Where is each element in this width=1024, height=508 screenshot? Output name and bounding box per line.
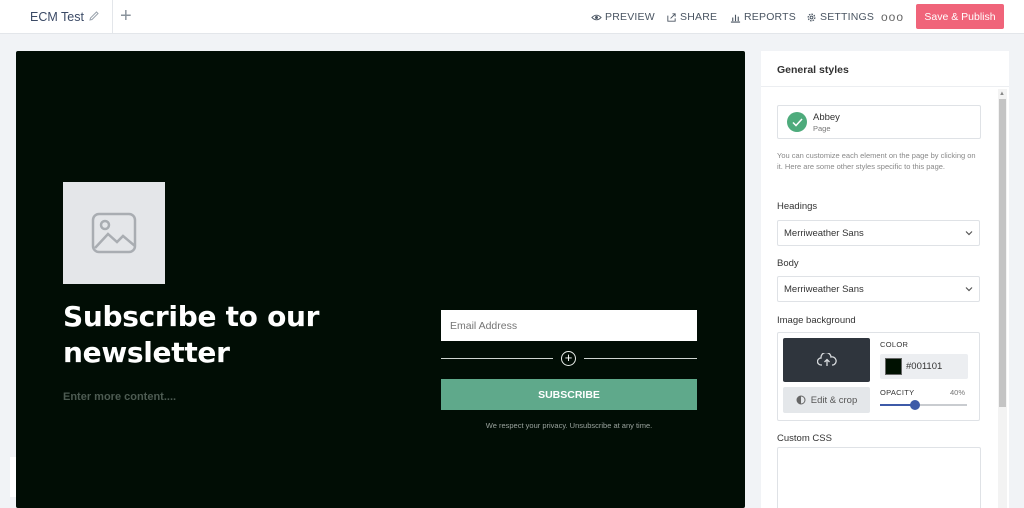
panel-title: General styles bbox=[761, 51, 1009, 87]
color-field[interactable]: #001101 bbox=[880, 354, 968, 379]
contrast-icon bbox=[796, 395, 806, 405]
divider-left bbox=[441, 358, 553, 359]
image-placeholder[interactable] bbox=[63, 182, 165, 284]
add-field-icon[interactable]: + bbox=[561, 351, 576, 366]
opacity-value: 40% bbox=[950, 388, 966, 397]
opacity-slider-thumb[interactable] bbox=[910, 400, 920, 410]
edit-crop-label: Edit & crop bbox=[810, 394, 858, 406]
body-label: Body bbox=[777, 258, 799, 269]
eye-icon bbox=[591, 14, 602, 20]
save-publish-button[interactable]: Save & Publish bbox=[916, 4, 1004, 29]
theme-type: Page bbox=[813, 124, 831, 133]
settings-button[interactable]: SETTINGS bbox=[806, 11, 874, 23]
cloud-upload-icon bbox=[816, 353, 837, 366]
settings-label: SETTINGS bbox=[820, 11, 875, 23]
top-bar: ECM Test + PREVIEW SHARE REPORTS SETTING… bbox=[0, 0, 1024, 34]
headings-label: Headings bbox=[777, 201, 818, 212]
add-page-button[interactable]: + bbox=[120, 6, 132, 26]
preview-label: PREVIEW bbox=[605, 11, 655, 23]
color-swatch[interactable] bbox=[885, 358, 902, 375]
pencil-icon[interactable] bbox=[88, 10, 100, 22]
headings-font-value: Merriweather Sans bbox=[784, 228, 864, 239]
upload-button[interactable] bbox=[783, 338, 870, 382]
preview-button[interactable]: PREVIEW bbox=[591, 11, 655, 23]
email-input[interactable] bbox=[441, 310, 697, 341]
gear-icon bbox=[807, 13, 816, 21]
body-font-select[interactable]: Merriweather Sans bbox=[777, 276, 980, 302]
edit-crop-button[interactable]: Edit & crop bbox=[783, 387, 870, 413]
scroll-up-icon[interactable]: ▲ bbox=[999, 91, 1005, 97]
page-canvas[interactable]: Subscribe to our newsletter Enter more c… bbox=[16, 51, 745, 508]
share-icon bbox=[667, 12, 676, 22]
privacy-text[interactable]: We respect your privacy. Unsubscribe at … bbox=[441, 421, 697, 430]
image-background-box: Edit & crop COLOR #001101 OPACITY 40% bbox=[777, 332, 980, 421]
reports-button[interactable]: REPORTS bbox=[730, 11, 796, 23]
share-button[interactable]: SHARE bbox=[666, 11, 717, 23]
more-icon[interactable]: ooo bbox=[881, 10, 904, 24]
divider-right bbox=[584, 358, 697, 359]
reports-label: REPORTS bbox=[744, 11, 796, 23]
headings-font-select[interactable]: Merriweather Sans bbox=[777, 220, 980, 246]
color-label: COLOR bbox=[880, 340, 909, 349]
edge-strip bbox=[10, 457, 16, 497]
scrollbar-thumb[interactable] bbox=[999, 99, 1006, 407]
chevron-down-icon bbox=[965, 231, 973, 236]
image-background-label: Image background bbox=[777, 315, 856, 326]
custom-css-label: Custom CSS bbox=[777, 433, 832, 444]
styles-panel: General styles ▲ Abbey Page You can cust… bbox=[761, 51, 1009, 508]
subscribe-button[interactable]: SUBSCRIBE bbox=[441, 379, 697, 410]
custom-css-editor[interactable] bbox=[777, 447, 981, 508]
image-icon bbox=[91, 212, 137, 254]
chevron-down-icon bbox=[965, 287, 973, 292]
headline[interactable]: Subscribe to our newsletter bbox=[63, 299, 363, 371]
color-hex-value: #001101 bbox=[906, 361, 943, 372]
bar-chart-icon bbox=[730, 14, 741, 23]
page-title[interactable]: ECM Test bbox=[30, 10, 84, 24]
body-font-value: Merriweather Sans bbox=[784, 284, 864, 295]
divider bbox=[112, 0, 113, 34]
help-text: You can customize each element on the pa… bbox=[777, 151, 976, 171]
opacity-label: OPACITY bbox=[880, 388, 915, 397]
theme-name: Abbey bbox=[813, 112, 840, 123]
body-text[interactable]: Enter more content.... bbox=[63, 391, 176, 403]
theme-selector[interactable]: Abbey Page bbox=[777, 105, 981, 139]
share-label: SHARE bbox=[680, 11, 718, 23]
check-icon bbox=[787, 112, 807, 132]
